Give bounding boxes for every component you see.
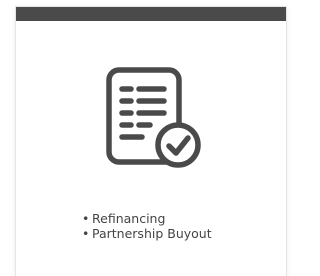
bullet-icon: • [82, 211, 90, 226]
list-item-label: Partnership Buyout [92, 226, 212, 241]
list-item: • Partnership Buyout [82, 226, 212, 241]
list-item-label: Refinancing [92, 211, 166, 226]
document-checkmark-icon [106, 67, 201, 168]
card-top-bar [16, 7, 286, 21]
bullet-icon: • [82, 226, 90, 241]
feature-list: • Refinancing • Partnership Buyout [82, 211, 212, 241]
service-card: • Refinancing • Partnership Buyout [16, 7, 286, 276]
list-item: • Refinancing [82, 211, 212, 226]
